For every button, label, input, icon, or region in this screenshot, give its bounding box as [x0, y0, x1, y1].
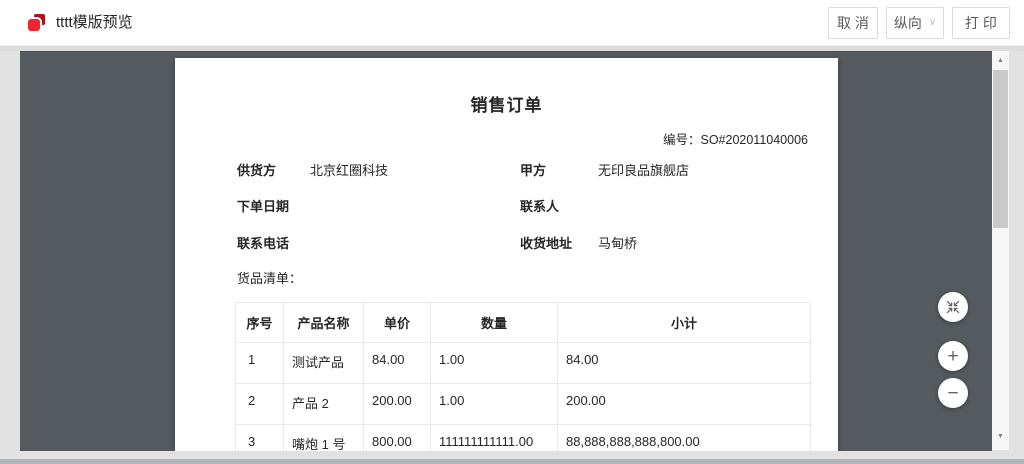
- field-value-address: 马甸桥: [598, 237, 637, 251]
- order-number-value: SO#202011040006: [700, 133, 808, 147]
- field-label-supplier: 供货方: [237, 164, 276, 178]
- table-row: 2 产品 2 200.00 1.00 200.00: [236, 384, 811, 425]
- col-header-index: 序号: [236, 303, 284, 343]
- scroll-down-icon[interactable]: ▼: [992, 433, 1009, 440]
- scrollbar-thumb[interactable]: [993, 70, 1008, 228]
- zoom-out-button[interactable]: −: [938, 378, 968, 408]
- cell-index: 2: [236, 384, 284, 425]
- preview-panel: 销售订单 编号：SO#202011040006 供货方 北京红圈科技 甲方 无印…: [20, 51, 992, 451]
- cell-subtotal: 200.00: [558, 384, 811, 425]
- field-label-party-a: 甲方: [520, 164, 546, 178]
- table-header-row: 序号 产品名称 单价 数量 小计: [236, 303, 811, 343]
- template-preview-window: tttt模版预览 取 消 纵向 ∨ 打 印 销售订单 编号：SO#2020110…: [0, 0, 1024, 464]
- cell-price: 800.00: [364, 425, 431, 452]
- field-label-phone: 联系电话: [237, 237, 289, 251]
- order-number-label: 编号：: [663, 133, 701, 147]
- document-title: 销售订单: [175, 91, 838, 116]
- plus-icon: +: [947, 347, 958, 366]
- table-row: 1 测试产品 84.00 1.00 84.00: [236, 343, 811, 384]
- cell-price: 84.00: [364, 343, 431, 384]
- fit-to-screen-button[interactable]: [938, 292, 968, 322]
- print-button[interactable]: 打 印: [952, 7, 1010, 39]
- cell-index: 3: [236, 425, 284, 452]
- col-header-subtotal: 小计: [558, 303, 811, 343]
- col-header-price: 单价: [364, 303, 431, 343]
- orientation-select[interactable]: 纵向 ∨: [886, 7, 944, 39]
- col-header-quantity: 数量: [431, 303, 558, 343]
- order-number: 编号：SO#202011040006: [663, 129, 808, 148]
- cell-product: 测试产品: [284, 343, 364, 384]
- field-value-party-a: 无印良品旗舰店: [598, 164, 689, 178]
- cancel-button-label: 取 消: [837, 13, 869, 33]
- cell-product: 产品 2: [284, 384, 364, 425]
- orientation-label: 纵向: [894, 13, 922, 33]
- order-table: 序号 产品名称 单价 数量 小计 1 测试产品 84.00 1.00 84.00: [235, 302, 811, 451]
- table-row: 3 嘴炮 1 号 800.00 111111111111.00 88,888,8…: [236, 425, 811, 452]
- app-logo-icon: [28, 14, 45, 31]
- cell-quantity: 111111111111.00: [431, 425, 558, 452]
- scroll-up-icon[interactable]: ▲: [992, 57, 1009, 64]
- vertical-scrollbar[interactable]: ▲ ▼: [992, 51, 1009, 450]
- cell-subtotal: 88,888,888,888,800.00: [558, 425, 811, 452]
- field-label-contact: 联系人: [520, 200, 559, 214]
- fit-screen-icon: [945, 299, 961, 315]
- print-button-label: 打 印: [965, 13, 997, 33]
- cell-quantity: 1.00: [431, 343, 558, 384]
- field-label-order-date: 下单日期: [237, 200, 289, 214]
- cell-quantity: 1.00: [431, 384, 558, 425]
- col-header-product: 产品名称: [284, 303, 364, 343]
- minus-icon: −: [947, 384, 958, 403]
- field-label-address: 收货地址: [520, 237, 572, 251]
- page-title: tttt模版预览: [56, 0, 133, 45]
- goods-list-label: 货品清单：: [237, 268, 302, 287]
- chevron-down-icon: ∨: [929, 18, 936, 28]
- cell-index: 1: [236, 343, 284, 384]
- horizontal-scrollbar[interactable]: [0, 459, 1024, 464]
- app-header: tttt模版预览 取 消 纵向 ∨ 打 印: [0, 0, 1024, 46]
- document-page: 销售订单 编号：SO#202011040006 供货方 北京红圈科技 甲方 无印…: [175, 58, 838, 451]
- cell-subtotal: 84.00: [558, 343, 811, 384]
- field-value-supplier: 北京红圈科技: [310, 164, 388, 178]
- cell-price: 200.00: [364, 384, 431, 425]
- cell-product: 嘴炮 1 号: [284, 425, 364, 452]
- zoom-in-button[interactable]: +: [938, 341, 968, 371]
- cancel-button[interactable]: 取 消: [828, 7, 878, 39]
